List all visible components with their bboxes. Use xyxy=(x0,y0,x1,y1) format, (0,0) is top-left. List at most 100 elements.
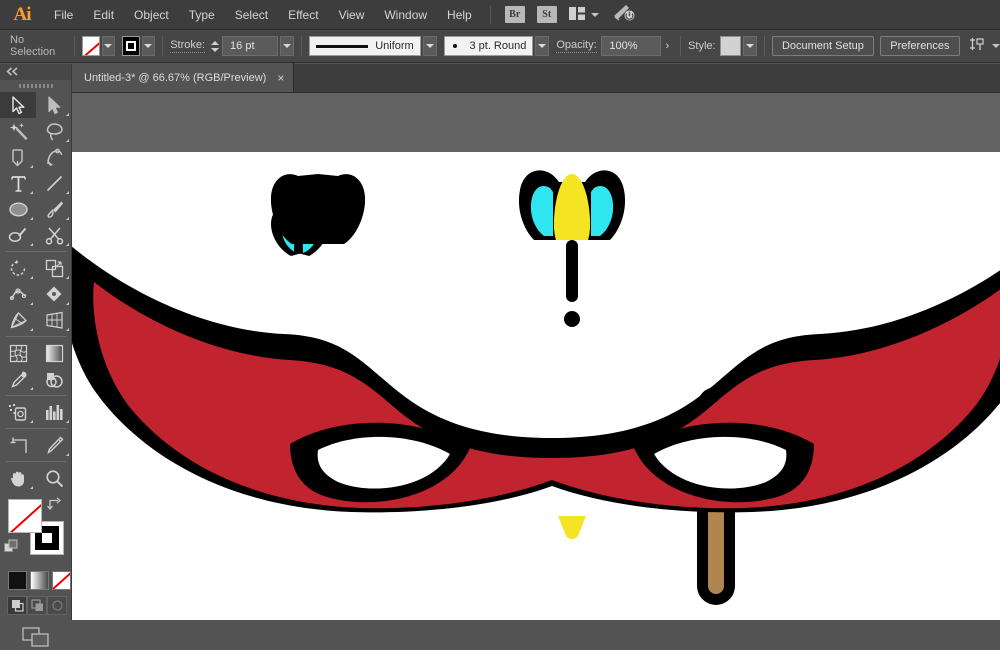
perspective-grid-tool[interactable] xyxy=(36,307,72,333)
scissors-tool[interactable] xyxy=(36,222,72,248)
mesh-tool[interactable] xyxy=(0,340,36,366)
zoom-tool[interactable] xyxy=(36,465,72,491)
selection-tool[interactable] xyxy=(0,92,36,118)
draw-inside-mode[interactable] xyxy=(47,596,67,615)
stepper-up-icon[interactable] xyxy=(211,41,219,45)
fill-dropdown-button[interactable] xyxy=(102,36,116,56)
graphic-style-dropdown[interactable] xyxy=(743,36,757,56)
eyedropper-tool[interactable] xyxy=(0,366,36,392)
lasso-tool[interactable] xyxy=(36,118,72,144)
menu-file[interactable]: File xyxy=(44,0,83,30)
artboard-tool[interactable] xyxy=(0,432,36,458)
stroke-color-swatch[interactable] xyxy=(122,36,140,56)
menu-edit[interactable]: Edit xyxy=(83,0,124,30)
menu-effect[interactable]: Effect xyxy=(278,0,328,30)
chevron-down-icon xyxy=(538,44,546,48)
opacity-label[interactable]: Opacity: xyxy=(556,39,596,53)
shape-builder-tool[interactable] xyxy=(0,307,36,333)
menu-help[interactable]: Help xyxy=(437,0,482,30)
ellipse-tool[interactable] xyxy=(0,196,36,222)
stroke-weight-input[interactable]: 16 pt xyxy=(222,36,278,56)
rotate-tool[interactable] xyxy=(0,255,36,281)
type-tool[interactable] xyxy=(0,170,36,196)
hand-tool[interactable] xyxy=(0,465,36,491)
tool-divider xyxy=(6,428,66,429)
app-logo: Ai xyxy=(0,0,44,30)
stroke-dropdown-button[interactable] xyxy=(142,36,156,56)
carnival-mask-artwork[interactable] xyxy=(72,152,1000,620)
tool-flyout-indicator xyxy=(30,302,33,305)
menu-window[interactable]: Window xyxy=(374,0,437,30)
document-tab[interactable]: Untitled-3* @ 66.67% (RGB/Preview) × xyxy=(72,63,294,92)
fill-swatch-none[interactable] xyxy=(8,499,42,533)
control-divider xyxy=(162,36,163,56)
tool-flyout-indicator xyxy=(30,328,33,331)
control-divider xyxy=(74,36,75,56)
blend-tool[interactable] xyxy=(36,366,72,392)
paintbrush-tool[interactable] xyxy=(36,196,72,222)
double-chevron-collapse-icon[interactable] xyxy=(6,65,19,79)
mask-crown-group xyxy=(271,174,365,244)
align-to-pixel-grid-button[interactable] xyxy=(969,37,1000,55)
brush-definition-select[interactable]: 3 pt. Round xyxy=(444,36,533,56)
direct-selection-tool[interactable] xyxy=(36,92,72,118)
tool-divider xyxy=(6,395,66,396)
draw-behind-mode[interactable] xyxy=(27,596,47,615)
gradient-tool[interactable] xyxy=(36,340,72,366)
graphic-style-swatch[interactable] xyxy=(720,36,741,56)
gradient-button[interactable] xyxy=(30,571,49,590)
column-graph-tool[interactable] xyxy=(36,399,72,425)
symbol-sprayer-tool[interactable] xyxy=(0,399,36,425)
width-tool[interactable] xyxy=(0,281,36,307)
stepper-down-icon[interactable] xyxy=(211,48,219,52)
swap-fill-stroke-icon[interactable] xyxy=(46,496,62,514)
tool-flyout-indicator xyxy=(30,191,33,194)
slice-tool[interactable] xyxy=(36,432,72,458)
discover-button[interactable] xyxy=(613,4,635,25)
tool-flyout-indicator xyxy=(30,486,33,489)
bridge-button[interactable]: Br xyxy=(505,6,525,23)
stroke-weight-stepper[interactable] xyxy=(211,41,219,52)
stroke-profile-select[interactable]: Uniform xyxy=(309,36,421,56)
pen-tool[interactable] xyxy=(0,144,36,170)
tools-panel-grip[interactable] xyxy=(0,80,71,92)
menu-bar: Ai File Edit Object Type Select Effect V… xyxy=(0,0,1000,30)
close-icon[interactable]: × xyxy=(277,72,284,84)
opacity-input[interactable]: 100% xyxy=(601,36,661,56)
align-to-pixel-grid-icon xyxy=(969,37,986,55)
control-divider xyxy=(680,36,681,56)
menu-object[interactable]: Object xyxy=(124,0,179,30)
menu-type[interactable]: Type xyxy=(179,0,225,30)
artboard[interactable] xyxy=(72,152,1000,620)
menu-select[interactable]: Select xyxy=(225,0,278,30)
preferences-button[interactable]: Preferences xyxy=(880,36,959,56)
free-transform-tool[interactable] xyxy=(36,281,72,307)
fill-color-swatch[interactable] xyxy=(82,36,100,56)
document-setup-button[interactable]: Document Setup xyxy=(772,36,874,56)
stock-button[interactable]: St xyxy=(537,6,557,23)
canvas-work-area[interactable] xyxy=(72,93,1000,620)
tools-panel xyxy=(0,64,72,620)
color-button[interactable] xyxy=(8,571,27,590)
tool-flyout-indicator xyxy=(66,217,69,220)
color-mode-row xyxy=(0,567,71,590)
opacity-options-button[interactable]: › xyxy=(661,36,673,56)
default-fill-stroke-icon[interactable] xyxy=(4,539,19,557)
tool-flyout-indicator xyxy=(66,328,69,331)
control-divider xyxy=(764,36,765,56)
tool-flyout-indicator xyxy=(30,420,33,423)
workspace-switcher-button[interactable] xyxy=(569,7,599,23)
shaper-tool[interactable] xyxy=(0,222,36,248)
scale-tool[interactable] xyxy=(36,255,72,281)
stroke-weight-label[interactable]: Stroke: xyxy=(170,39,205,53)
line-segment-tool[interactable] xyxy=(36,170,72,196)
change-screen-mode-button[interactable] xyxy=(0,627,71,650)
curvature-tool[interactable] xyxy=(36,144,72,170)
brush-definition-dropdown[interactable] xyxy=(535,36,549,56)
draw-normal-mode[interactable] xyxy=(7,596,27,615)
none-button[interactable] xyxy=(52,571,71,590)
magic-wand-tool[interactable] xyxy=(0,118,36,144)
stroke-profile-dropdown[interactable] xyxy=(423,36,437,56)
stroke-weight-dropdown[interactable] xyxy=(280,36,294,56)
menu-view[interactable]: View xyxy=(329,0,375,30)
